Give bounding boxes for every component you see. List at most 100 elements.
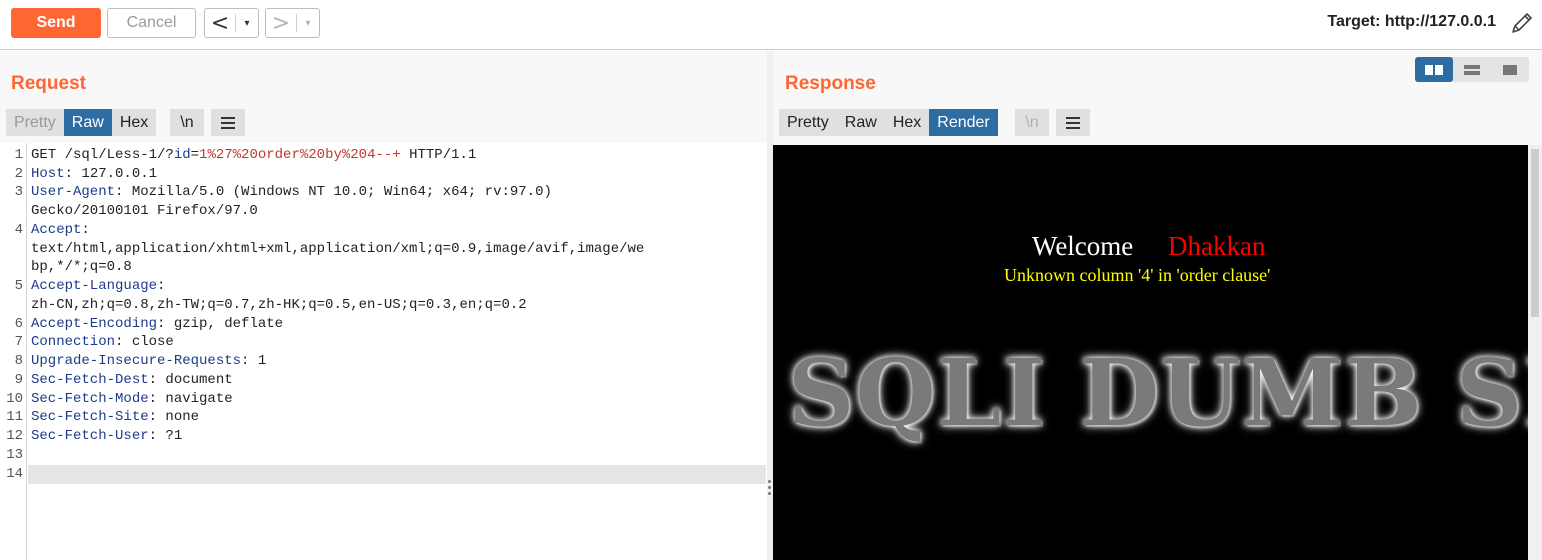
header-value: : navigate (148, 391, 233, 407)
query-param-name: id (173, 147, 191, 163)
header-continuation: zh-CN,zh;q=0.8,zh-TW;q=0.7,zh-HK;q=0.5,e… (31, 297, 527, 313)
line-number: 8 (14, 353, 23, 369)
edit-pencil-icon[interactable] (1509, 10, 1535, 36)
header-key: Accept-Language (31, 278, 158, 294)
sqli-dumb-series-banner: SQLI DUMB SERIES (788, 339, 1528, 447)
header-key: Connection (31, 334, 116, 350)
header-value: : 1 (241, 353, 267, 369)
header-value: : (157, 278, 166, 294)
request-menu-button[interactable] (211, 109, 245, 136)
header-key: User-Agent (31, 184, 116, 200)
http-version: HTTP/1.1 (400, 147, 477, 163)
rows-layout-icon (1464, 64, 1480, 75)
response-view-tabs: Pretty Raw Hex Render (779, 109, 998, 136)
line-number: 6 (14, 316, 23, 332)
layout-stacked-button[interactable] (1453, 57, 1491, 82)
back-nav-group: < ▾ (204, 8, 259, 38)
cancel-button[interactable]: Cancel (107, 8, 196, 38)
request-tab-hex[interactable]: Hex (111, 109, 157, 136)
request-editor[interactable]: 1 2 3 4 5 6 7 8 9 10 11 12 13 14 GET /sq… (0, 143, 767, 560)
line-number: 11 (6, 409, 23, 425)
header-key: Sec-Fetch-Dest (31, 372, 149, 388)
header-key: Upgrade-Insecure-Requests (31, 353, 242, 369)
rendered-response-view: Welcome Dhakkan Unknown column '4' in 'o… (773, 145, 1528, 560)
forward-dropdown-icon[interactable]: ▾ (297, 9, 319, 37)
request-line-prefix: GET /sql/Less-1/? (31, 147, 174, 163)
response-title: Response (785, 73, 876, 94)
header-value: : Mozilla/5.0 (Windows NT 10.0; Win64; x… (115, 184, 552, 200)
back-dropdown-icon[interactable]: ▾ (236, 9, 258, 37)
header-upgrade-insecure: Upgrade-Insecure-Requests: 1 (31, 353, 266, 369)
scrollbar-thumb[interactable] (1531, 149, 1539, 317)
back-arrow-icon[interactable]: < (205, 9, 235, 37)
header-accept-encoding: Accept-Encoding: gzip, deflate (31, 316, 283, 332)
hamburger-menu-icon (221, 116, 235, 129)
header-connection: Connection: close (31, 334, 174, 350)
header-value: : (81, 222, 90, 238)
request-view-tabs: Pretty Raw Hex (6, 109, 157, 136)
response-tab-raw[interactable]: Raw (836, 109, 885, 136)
forward-arrow-icon[interactable]: > (266, 9, 296, 37)
header-continuation: Gecko/20100101 Firefox/97.0 (31, 203, 258, 219)
response-tab-hex[interactable]: Hex (884, 109, 930, 136)
request-title: Request (11, 73, 86, 94)
render-scrollbar[interactable] (1528, 145, 1542, 560)
header-value: : gzip, deflate (157, 316, 284, 332)
header-accept: Accept: (31, 222, 90, 238)
splitter-grip-icon[interactable] (768, 480, 772, 498)
dhakkan-text: Dhakkan (1168, 231, 1266, 261)
request-tab-pretty[interactable]: Pretty (6, 109, 64, 136)
hamburger-menu-icon (1066, 116, 1080, 129)
main-toolbar: Send Cancel < ▾ > ▾ Target: http://127.0… (0, 0, 1542, 50)
header-continuation: bp,*/*;q=0.8 (31, 259, 132, 275)
response-newline-toggle[interactable]: \n (1015, 109, 1049, 136)
layout-side-by-side-button[interactable] (1415, 57, 1453, 82)
header-value: : 127.0.0.1 (64, 166, 158, 182)
line-number: 9 (14, 372, 23, 388)
header-key: Sec-Fetch-User (31, 428, 149, 444)
query-equals: = (190, 147, 200, 163)
header-key: Sec-Fetch-Site (31, 409, 149, 425)
header-accept-language: Accept-Language: (31, 278, 165, 294)
layout-single-button[interactable] (1491, 57, 1529, 82)
line-number: 5 (14, 278, 23, 294)
header-sec-fetch-site: Sec-Fetch-Site: none (31, 409, 199, 425)
header-sec-fetch-user: Sec-Fetch-User: ?1 (31, 428, 182, 444)
line-number: 13 (6, 447, 23, 463)
target-label: Target: http://127.0.0.1 (1327, 13, 1496, 30)
line-number: 7 (14, 334, 23, 350)
single-layout-icon (1503, 64, 1517, 75)
header-key: Sec-Fetch-Mode (31, 391, 149, 407)
header-key: Host (31, 166, 65, 182)
request-newline-toggle[interactable]: \n (170, 109, 204, 136)
send-button[interactable]: Send (11, 8, 101, 38)
request-tab-raw[interactable]: Raw (63, 109, 112, 136)
request-line: GET /sql/Less-1/?id=1%27%20order%20by%20… (31, 147, 476, 163)
forward-nav-group: > ▾ (265, 8, 320, 38)
response-tab-render[interactable]: Render (929, 109, 998, 136)
line-number-gutter: 1 2 3 4 5 6 7 8 9 10 11 12 13 14 (0, 143, 27, 560)
header-value: : close (115, 334, 174, 350)
line-number: 3 (14, 184, 23, 200)
header-user-agent: User-Agent: Mozilla/5.0 (Windows NT 10.0… (31, 184, 552, 200)
current-line-highlight (28, 465, 766, 484)
line-number: 2 (14, 166, 23, 182)
line-number: 12 (6, 428, 23, 444)
header-value: : none (148, 409, 200, 425)
line-number: 14 (6, 466, 23, 482)
header-continuation: text/html,application/xhtml+xml,applicat… (31, 241, 645, 257)
response-menu-button[interactable] (1056, 109, 1090, 136)
request-panel: Request Pretty Raw Hex \n 1 2 3 4 5 6 7 … (0, 51, 767, 560)
header-value: : ?1 (148, 428, 183, 444)
header-key: Accept (31, 222, 82, 238)
query-param-value: 1%27%20order%20by%204--+ (199, 147, 401, 163)
line-number: 1 (14, 147, 23, 163)
header-sec-fetch-mode: Sec-Fetch-Mode: navigate (31, 391, 233, 407)
header-key: Accept-Encoding (31, 316, 158, 332)
line-number: 10 (6, 391, 23, 407)
sql-error-message: Unknown column '4' in 'order clause' (1004, 265, 1271, 285)
response-tab-pretty[interactable]: Pretty (779, 109, 837, 136)
header-value: : document (148, 372, 233, 388)
header-host: Host: 127.0.0.1 (31, 166, 157, 182)
welcome-text: Welcome (1032, 231, 1134, 261)
